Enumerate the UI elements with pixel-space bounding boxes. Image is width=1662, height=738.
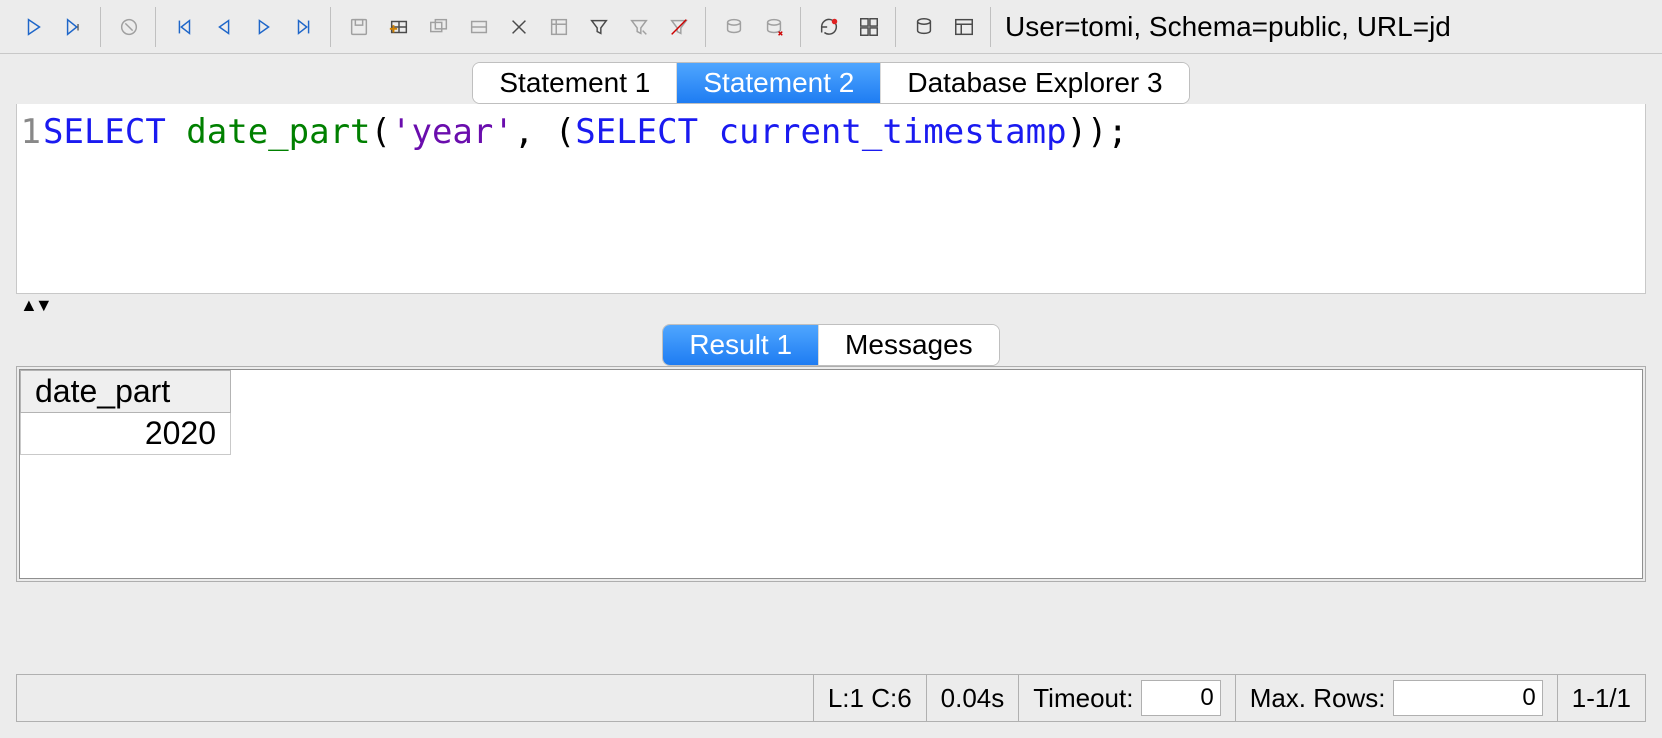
explorer-button[interactable] [944,9,984,45]
reconnect-button[interactable] [809,9,849,45]
stop-button[interactable] [109,9,149,45]
next-record-button[interactable] [244,9,284,45]
timeout-cell: Timeout: [1019,675,1235,721]
maxrows-cell: Max. Rows: [1236,675,1558,721]
timeout-label: Timeout: [1033,683,1133,714]
status-bar: L:1 C:6 0.04s Timeout: Max. Rows: 1-1/1 [16,674,1646,722]
line-gutter: 1 [17,104,43,293]
cursor-position: L:1 C:6 [814,675,927,721]
filter-dropdown-button[interactable] [619,9,659,45]
grid-options-button[interactable] [849,9,889,45]
delete-row-button[interactable] [499,9,539,45]
result-panel: date_part2020 [16,366,1646,582]
run-script-button[interactable]: I [54,9,94,45]
sql-editor[interactable]: 1 SELECT date_part('year', (SELECT curre… [16,104,1646,294]
result-tab[interactable]: Messages [819,325,999,365]
editor-tab-bar: Statement 1Statement 2Database Explorer … [0,54,1662,104]
prev-record-button[interactable] [204,9,244,45]
database-button[interactable] [904,9,944,45]
rollback-button[interactable] [754,9,794,45]
timeout-input[interactable] [1141,680,1221,716]
last-record-button[interactable] [284,9,324,45]
main-toolbar: I User=tomi, Schema=public, URL=jd [0,0,1662,54]
maxrows-input[interactable] [1393,680,1543,716]
table-row[interactable]: 2020 [21,413,231,455]
row-range: 1-1/1 [1558,675,1645,721]
save-button[interactable] [339,9,379,45]
editor-result-splitter[interactable]: ▲▼ [16,294,1646,316]
filter-off-button[interactable] [659,9,699,45]
sql-code[interactable]: SELECT date_part('year', (SELECT current… [43,104,1645,293]
connection-info: User=tomi, Schema=public, URL=jd [1005,11,1451,43]
first-record-button[interactable] [164,9,204,45]
svg-text:I: I [77,22,80,32]
table-cell[interactable]: 2020 [21,413,231,455]
insert-row-button[interactable] [379,9,419,45]
result-tab-bar: Result 1Messages [0,316,1662,366]
column-header[interactable]: date_part [21,371,231,413]
result-grid-area[interactable]: date_part2020 [19,369,1643,579]
result-tab[interactable]: Result 1 [663,325,819,365]
result-grid[interactable]: date_part2020 [20,370,231,455]
copy-row-button[interactable] [419,9,459,45]
run-button[interactable] [14,9,54,45]
filter-column-button[interactable] [539,9,579,45]
commit-button[interactable] [714,9,754,45]
editor-tab[interactable]: Database Explorer 3 [881,63,1188,103]
maxrows-label: Max. Rows: [1250,683,1386,714]
editor-tab[interactable]: Statement 2 [677,63,881,103]
splitter-handle-icon[interactable]: ▲▼ [16,295,50,316]
exec-time: 0.04s [927,675,1020,721]
editor-tab[interactable]: Statement 1 [473,63,677,103]
duplicate-row-button[interactable] [459,9,499,45]
filter-button[interactable] [579,9,619,45]
